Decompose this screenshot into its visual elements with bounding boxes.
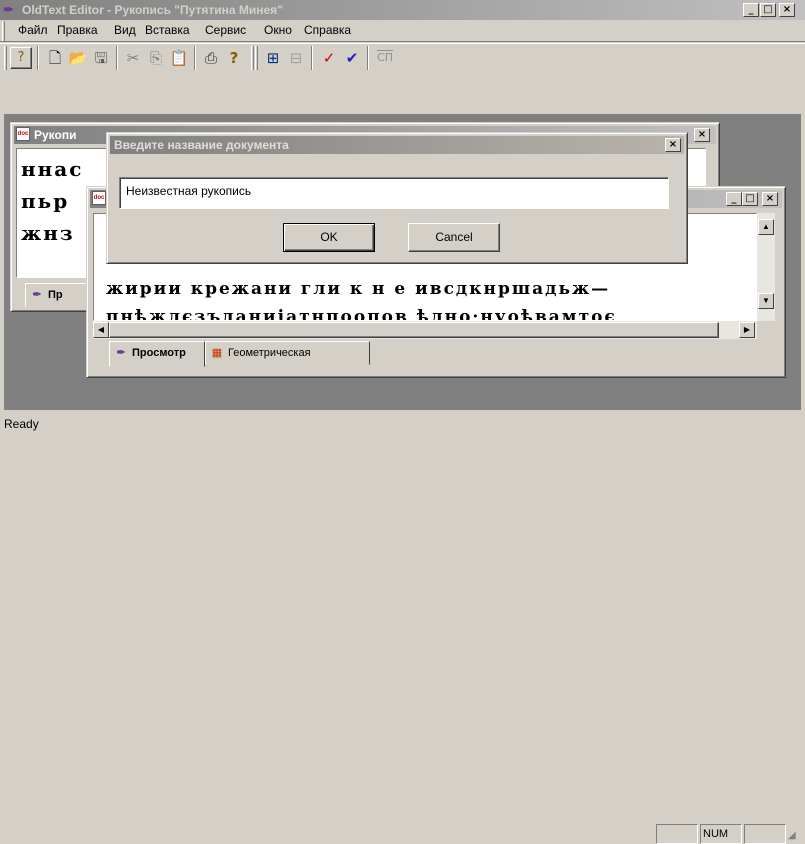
- menu-edit[interactable]: Правка: [57, 20, 98, 40]
- dialog-close-button[interactable]: ×: [665, 138, 681, 152]
- toolbar-separator: [116, 46, 118, 70]
- dialog-title: Введите название документа: [114, 138, 289, 152]
- context-help-button[interactable]: ?: [10, 47, 32, 69]
- document-name-input-value: Неизвестная рукопись: [126, 184, 252, 198]
- scroll-left-arrow-icon[interactable]: ◀: [93, 322, 109, 338]
- menu-view[interactable]: Вид: [114, 20, 136, 40]
- toolbar-separator: [194, 46, 196, 70]
- new-document-icon[interactable]: 🗋: [44, 47, 66, 69]
- app-title-bar[interactable]: ✒ OldText Editor - Рукопись "Путятина Ми…: [0, 0, 805, 20]
- check-icon[interactable]: ✓: [318, 47, 340, 69]
- scroll-thumb[interactable]: [109, 322, 719, 338]
- front-window-maximize-button[interactable]: □: [742, 192, 758, 206]
- status-bar: Ready NUM ◢: [0, 411, 805, 844]
- tab-preview[interactable]: ✒ Просмотр: [109, 341, 205, 367]
- ok-button[interactable]: OK: [283, 223, 375, 252]
- context-help-icon: ?: [17, 50, 25, 65]
- app-title: OldText Editor - Рукопись "Путятина Мине…: [22, 3, 283, 17]
- scroll-right-arrow-icon[interactable]: ▶: [739, 322, 755, 338]
- status-text: Ready: [4, 417, 39, 431]
- scroll-down-arrow-icon[interactable]: ▼: [758, 293, 774, 309]
- save-icon[interactable]: 🖫: [90, 47, 112, 69]
- status-panel-caps: [656, 824, 698, 844]
- front-text-line: пнѣжлєзъданиіатнпоопов ѣлно·нуоѣвамтоє: [106, 307, 617, 321]
- minimize-button[interactable]: _: [743, 3, 759, 17]
- scroll-up-arrow-icon[interactable]: ▲: [758, 219, 774, 235]
- toolbar: ? 🗋 📂 🖫 ✂ ⎘ 📋 ⎙ ? ⊞ ⊟ ✓ ✔ СП: [0, 43, 805, 73]
- geometric-view-icon: ▦: [211, 347, 223, 359]
- toolbar-grip[interactable]: [251, 46, 254, 70]
- cancel-button[interactable]: Cancel: [408, 223, 500, 252]
- menu-bar: Файл Правка Вид Вставка Сервис Окно Спра…: [0, 20, 805, 42]
- layout-icon[interactable]: ⊞: [262, 47, 284, 69]
- status-panel-scroll: [744, 824, 786, 844]
- menu-window[interactable]: Окно: [264, 20, 292, 40]
- help-icon[interactable]: ?: [223, 47, 245, 69]
- toolbar-separator: [311, 46, 313, 70]
- dialog-title-bar[interactable]: Введите название документа ×: [110, 136, 684, 154]
- toolbar-separator: [37, 46, 39, 70]
- document-icon: doc: [92, 191, 106, 205]
- back-text-line: ннас: [21, 157, 84, 181]
- quill-pen-icon: ✒: [3, 2, 14, 17]
- print-icon[interactable]: ⎙: [200, 47, 222, 69]
- quill-pen-icon: ✒: [116, 347, 126, 359]
- tab-preview-label: Просмотр: [132, 347, 186, 359]
- toolbar-grip[interactable]: [4, 46, 7, 70]
- paste-icon[interactable]: 📋: [168, 47, 190, 69]
- front-window-close-button[interactable]: ×: [762, 192, 778, 206]
- status-panel-num: NUM: [700, 824, 742, 844]
- back-tab-label: Пр: [48, 289, 63, 301]
- tab-geometric[interactable]: ▦ Геометрическая: [205, 341, 370, 365]
- menu-grip[interactable]: [2, 21, 5, 41]
- old-slavonic-icon[interactable]: СП: [374, 47, 396, 69]
- document-name-dialog: Введите название документа × Неизвестная…: [106, 132, 688, 264]
- menu-help[interactable]: Справка: [304, 20, 351, 40]
- back-window-title: Рукопи: [34, 128, 77, 142]
- back-window-close-button[interactable]: ×: [694, 128, 710, 142]
- cut-icon[interactable]: ✂: [122, 47, 144, 69]
- toolbar-grip[interactable]: [255, 46, 258, 70]
- menu-file[interactable]: Файл: [18, 20, 48, 40]
- copy-icon[interactable]: ⎘: [145, 47, 167, 69]
- menu-service[interactable]: Сервис: [205, 20, 246, 40]
- close-button[interactable]: ×: [779, 3, 795, 17]
- maximize-button[interactable]: □: [760, 3, 776, 17]
- document-name-input[interactable]: Неизвестная рукопись: [119, 177, 669, 209]
- table-icon[interactable]: ⊟: [285, 47, 307, 69]
- resize-grip-icon[interactable]: ◢: [788, 829, 802, 843]
- horizontal-scrollbar[interactable]: ◀ ▶: [93, 321, 757, 339]
- document-icon: doc: [16, 127, 30, 141]
- menu-insert[interactable]: Вставка: [145, 20, 190, 40]
- quill-pen-icon: ✒: [32, 289, 42, 301]
- vertical-scrollbar[interactable]: ▲ ▼: [757, 213, 775, 321]
- front-text-line: жирии крежани гли к н е ивсдкнршадьж—: [106, 279, 611, 299]
- toolbar-separator: [367, 46, 369, 70]
- back-text-line: жнз: [21, 221, 75, 245]
- back-text-line: пьр: [21, 189, 70, 213]
- double-check-icon[interactable]: ✔: [341, 47, 363, 69]
- front-window-minimize-button[interactable]: _: [726, 192, 742, 206]
- tab-geometric-label: Геометрическая: [228, 347, 311, 359]
- open-folder-icon[interactable]: 📂: [67, 47, 89, 69]
